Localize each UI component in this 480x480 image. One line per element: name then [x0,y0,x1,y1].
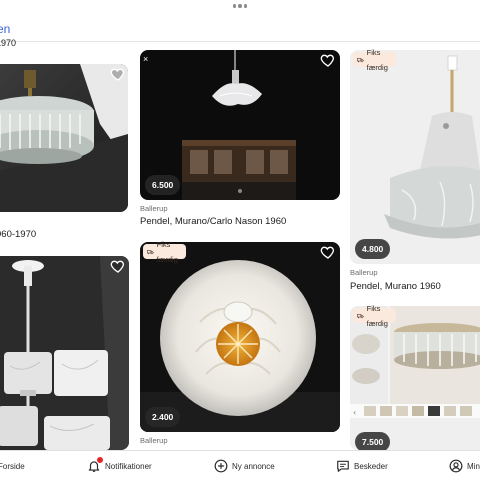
fiks-faerdig-badge: Fiks færdig [143,240,187,264]
listing-title: Pendel, Murano 1960 [350,281,441,292]
listing-location: Ballerup [350,268,378,277]
price-tag: 2.400 kr. [145,407,181,442]
nav-notifications-label: Notifikationer [105,461,152,471]
back-link[interactable]: en [0,22,10,36]
listing-title-partial: 1970 [0,38,17,48]
badge-label: Fiks færdig [366,303,388,328]
nav-home[interactable]: Forside [0,458,25,474]
close-icon[interactable]: × [143,54,148,64]
listing-image [350,50,480,264]
price-tag: 4.800 kr. [355,239,391,274]
price-tag: 6.500 kr. [145,175,181,210]
nav-messages[interactable]: Beskeder [336,458,388,474]
listing-title: Pendel, Murano/Carlo Nason 1960 [140,216,287,227]
nav-new-ad[interactable]: Ny annonce [214,458,275,474]
listing-title: 960-1970 [0,229,37,240]
truck-icon [357,313,364,318]
nav-home-label: Forside [0,461,25,471]
truck-icon [147,249,154,254]
fiks-faerdig-badge: Fiks færdig [353,48,397,72]
fiks-faerdig-badge: Fiks færdig [353,304,397,328]
bell-icon [87,456,104,473]
truck-icon [357,57,364,62]
listing-image [140,242,340,432]
user-icon [449,459,463,473]
more-options-handle[interactable] [233,4,247,8]
favorite-heart-icon[interactable] [320,52,336,68]
listing-location: Ballerup [140,204,168,213]
favorite-heart-icon[interactable] [110,258,126,274]
nav-notifications[interactable]: Notifikationer [87,456,152,474]
notification-badge [96,456,104,464]
favorite-heart-icon[interactable] [110,66,126,82]
svg-text:‹: ‹ [353,408,356,417]
listing-image [0,256,129,450]
favorite-heart-icon[interactable] [320,244,336,260]
nav-profile-label: Min [467,461,480,471]
nav-profile[interactable]: Min [449,458,480,474]
chat-icon [337,460,349,472]
bottom-navigation: Forside Notifikationer Ny annonce Besked… [0,450,480,480]
badge-label: Fiks færdig [156,239,178,264]
badge-label: Fiks færdig [366,47,388,72]
listing-image [0,64,128,212]
top-bar: en [0,0,480,42]
marketplace-feed: en 1970 [0,0,480,480]
plus-circle-icon [214,459,228,473]
nav-messages-label: Beskeder [354,461,388,471]
nav-new-ad-label: Ny annonce [232,461,275,471]
price-tag: 7.500 kr. [355,432,391,467]
listing-location: Ballerup [140,436,168,445]
